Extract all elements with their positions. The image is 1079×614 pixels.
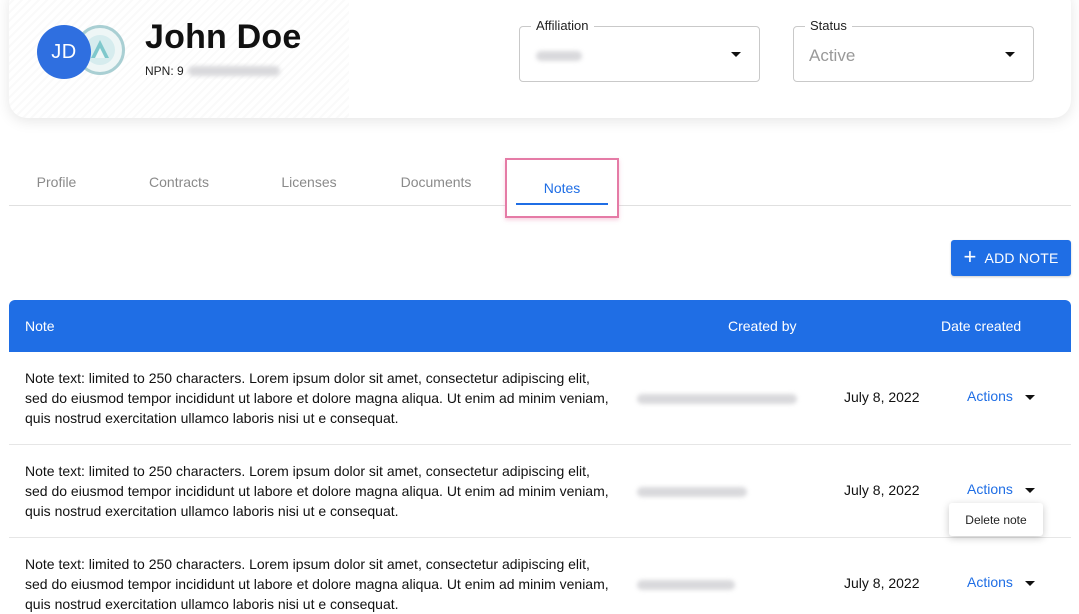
add-note-button[interactable]: + ADD NOTE: [951, 240, 1071, 276]
affiliation-select[interactable]: Affiliation: [519, 18, 760, 82]
tab-licenses[interactable]: Licenses: [259, 158, 359, 206]
actions-menu-button[interactable]: Actions: [967, 388, 1035, 404]
created-by-redacted: [637, 487, 747, 497]
date-created: July 8, 2022: [844, 389, 920, 405]
note-text: Note text: limited to 250 characters. Lo…: [25, 463, 609, 519]
add-note-label: ADD NOTE: [984, 250, 1059, 266]
tab-profile[interactable]: Profile: [9, 158, 104, 206]
npn-redacted-value: [187, 66, 280, 76]
tab-notes[interactable]: Notes: [505, 158, 619, 218]
plus-icon: +: [963, 244, 977, 269]
actions-label: Actions: [967, 481, 1013, 497]
note-text: Note text: limited to 250 characters. Lo…: [25, 370, 609, 426]
status-select[interactable]: Status Active: [793, 18, 1034, 82]
date-created: July 8, 2022: [844, 482, 920, 498]
avatar-initials: JD: [51, 40, 77, 63]
tab-bar: Profile Contracts Licenses Documents Not…: [9, 158, 1071, 218]
column-header-date-created: Date created: [941, 318, 1022, 334]
created-by-redacted: [637, 580, 735, 590]
caret-down-icon: [731, 52, 741, 57]
column-header-note: Note: [25, 318, 55, 334]
table-row: Note text: limited to 250 characters. Lo…: [9, 352, 1071, 445]
npn-label: NPN: 9: [145, 64, 184, 78]
actions-menu-button[interactable]: Actions: [967, 574, 1035, 590]
status-label: Status: [805, 18, 852, 33]
actions-label: Actions: [967, 574, 1013, 590]
note-text: Note text: limited to 250 characters. Lo…: [25, 556, 609, 612]
caret-down-icon: [1024, 487, 1035, 493]
menu-item-delete-note[interactable]: Delete note: [965, 513, 1026, 527]
date-created: July 8, 2022: [844, 575, 920, 591]
table-row: Note text: limited to 250 characters. Lo…: [9, 445, 1071, 538]
caret-down-icon: [1024, 580, 1035, 586]
table-header: Note Created by Date created: [9, 300, 1071, 352]
avatar: JD: [37, 25, 91, 79]
affiliation-redacted-value: [536, 51, 582, 61]
tab-notes-label: Notes: [543, 180, 581, 196]
caret-down-icon: [1005, 52, 1015, 57]
created-by-redacted: [637, 394, 797, 404]
actions-label: Actions: [967, 388, 1013, 404]
active-tab-indicator: [516, 203, 608, 205]
table-row: Note text: limited to 250 characters. Lo…: [9, 538, 1071, 614]
tab-contracts[interactable]: Contracts: [119, 158, 239, 206]
actions-menu-button[interactable]: Actions: [967, 481, 1035, 497]
affiliation-label: Affiliation: [531, 18, 594, 33]
tab-documents[interactable]: Documents: [381, 158, 491, 206]
column-header-created-by: Created by: [728, 318, 797, 334]
npn-field: NPN: 9: [145, 64, 280, 78]
agent-name: John Doe: [145, 18, 302, 56]
agent-header-card: JD John Doe NPN: 9 Affiliation Status Ac…: [9, 0, 1071, 118]
caret-down-icon: [1024, 394, 1035, 400]
status-value: Active: [809, 46, 856, 65]
actions-dropdown-menu: Delete note: [949, 503, 1043, 536]
notes-table: Note Created by Date created Note text: …: [9, 300, 1071, 614]
